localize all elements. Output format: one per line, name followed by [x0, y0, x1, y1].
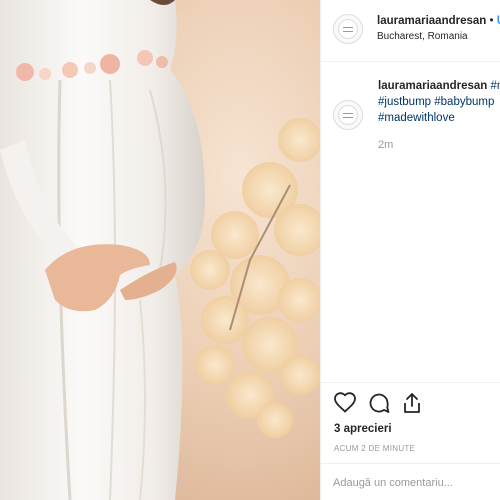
location-link[interactable]: Bucharest, Romania: [377, 31, 468, 42]
action-bar: 3 aprecieri ACUM 2 DE MINUTE: [321, 382, 500, 500]
avatar[interactable]: [333, 14, 363, 44]
caption-line-1: lauramariaandresan #n: [378, 80, 500, 92]
post-photo[interactable]: [0, 0, 320, 500]
caption-hashtags-line-3[interactable]: #madewithlove: [378, 112, 455, 124]
separator-dot: •: [489, 15, 494, 27]
post-header: lauramariaandresan • U Bucharest, Romani…: [321, 0, 500, 62]
post-side-panel: lauramariaandresan • U Bucharest, Romani…: [320, 0, 500, 500]
comment-icon[interactable]: [367, 391, 391, 415]
author-username[interactable]: lauramariaandresan • U: [377, 15, 500, 27]
share-icon[interactable]: [400, 391, 424, 415]
post-age: ACUM 2 DE MINUTE: [334, 444, 416, 453]
hashtag[interactable]: #n: [491, 80, 500, 92]
caption-username[interactable]: lauramariaandresan: [378, 80, 487, 92]
heart-icon[interactable]: [333, 391, 357, 415]
comment-input[interactable]: [333, 474, 500, 492]
comment-form: [321, 463, 500, 500]
likes-count[interactable]: 3 aprecieri: [334, 423, 392, 435]
caption-avatar[interactable]: [333, 100, 363, 130]
caption-timestamp: 2m: [378, 139, 394, 151]
caption-hashtags-line-2[interactable]: #justbump #babybump: [378, 96, 494, 108]
maternity-photo-illustration: [0, 0, 320, 500]
username-link[interactable]: lauramariaandresan: [377, 15, 486, 27]
